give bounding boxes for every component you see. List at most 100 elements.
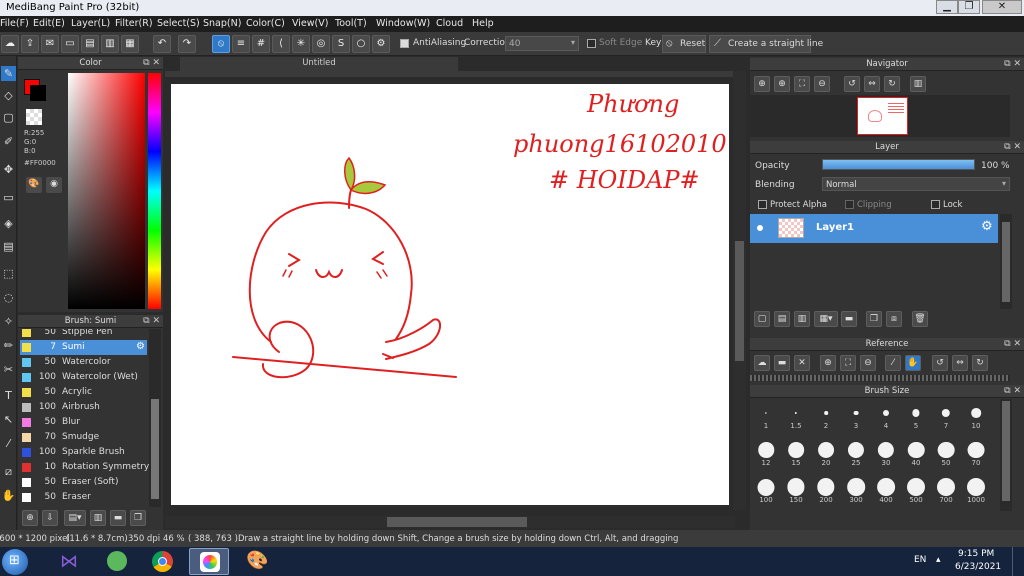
eraser-tool-icon[interactable]: ◇ — [1, 88, 16, 103]
brush-list-item[interactable]: 100 Watercolor (Wet) — [20, 370, 147, 385]
select-pen-icon[interactable]: ✏ — [1, 338, 16, 353]
pen-tool-icon[interactable]: ✐ — [1, 134, 16, 149]
coccoc-taskbar-icon[interactable] — [96, 548, 136, 575]
navigator-thumbnail[interactable] — [857, 97, 908, 135]
share-icon[interactable]: ⇪ — [21, 35, 39, 53]
close-button[interactable]: ✕ — [982, 0, 1022, 14]
menu-cloud[interactable]: Cloud — [436, 18, 463, 29]
rotate-right-icon[interactable]: ↻ — [884, 76, 900, 92]
new-layer-icon[interactable]: ▢ — [754, 311, 770, 327]
page-grid-icon[interactable]: ▦ — [121, 35, 139, 53]
minimize-button[interactable]: ▁ — [936, 0, 958, 14]
menu-window[interactable]: Window(W) — [376, 18, 430, 29]
start-button[interactable]: ⊞ — [2, 549, 28, 575]
brush-list-item[interactable]: 70 Smudge — [20, 430, 147, 445]
secondary-color-swatch[interactable] — [30, 85, 46, 101]
color-history-icon[interactable]: ◉ — [46, 177, 62, 193]
operation-tool-icon[interactable]: ↖ — [1, 412, 16, 427]
grid-snap-icon[interactable]: # — [252, 35, 270, 53]
clock-time[interactable]: 9:15 PM — [958, 549, 994, 559]
redo-icon[interactable]: ↷ — [178, 35, 196, 53]
reference-zoom-out-icon[interactable]: ⊖ — [860, 355, 876, 371]
brush-size-cell[interactable]: 5 — [901, 399, 931, 430]
reference-rotate-right-icon[interactable]: ↻ — [972, 355, 988, 371]
brush-size-scroll-thumb[interactable] — [1002, 401, 1010, 501]
radial-snap-icon[interactable]: ✳ — [292, 35, 310, 53]
parallel-snap-icon[interactable]: ≡ — [232, 35, 250, 53]
menu-layer[interactable]: Layer(L) — [71, 18, 110, 29]
eyedropper-icon[interactable]: ⁄ — [1, 436, 16, 451]
brush-size-cell[interactable]: 150 — [781, 473, 811, 504]
brush-size-cell[interactable]: 7 — [931, 399, 961, 430]
circle-snap-icon[interactable]: ○ — [352, 35, 370, 53]
snap-off-icon[interactable]: ⦸ — [212, 35, 230, 53]
magic-wand-icon[interactable]: ✧ — [1, 314, 16, 329]
brush-list-item[interactable]: 100 Airbrush — [20, 400, 147, 415]
reference-close-icon[interactable]: ✕ — [794, 355, 810, 371]
zoom-in-icon[interactable]: ⊕ — [754, 76, 770, 92]
menu-help[interactable]: Help — [472, 18, 494, 29]
language-indicator[interactable]: EN — [914, 555, 926, 565]
fill-tool-icon[interactable]: ◈ — [1, 216, 16, 231]
brush-size-cell[interactable]: 70 — [961, 436, 991, 467]
gradient-tool-icon[interactable]: ▤ — [1, 239, 16, 254]
scrollbar-thumb[interactable] — [151, 399, 159, 499]
reference-cloud-icon[interactable]: ☁ — [754, 355, 770, 371]
layer-row[interactable]: Layer1 ⚙ — [750, 214, 998, 243]
panel-float-close-icon[interactable]: ⧉ ✕ — [1004, 385, 1021, 397]
panel-float-close-icon[interactable]: ⧉ ✕ — [1004, 58, 1021, 70]
zoom-out-icon[interactable]: ⊖ — [814, 76, 830, 92]
select-eraser-icon[interactable]: ✂ — [1, 362, 16, 377]
brush-size-cell[interactable]: 1.5 — [781, 399, 811, 430]
brush-size-cell[interactable]: 15 — [781, 436, 811, 467]
snap-settings-icon[interactable]: ⚙ — [372, 35, 390, 53]
brush-list-item[interactable]: 50 Acrylic — [20, 385, 147, 400]
fit-window-icon[interactable]: ⛶ — [794, 76, 810, 92]
add-layer-menu-icon[interactable]: ▦▾ — [814, 311, 838, 327]
horizontal-scroll-thumb[interactable] — [387, 517, 527, 527]
brush-size-cell[interactable]: 500 — [901, 473, 931, 504]
clock-date[interactable]: 6/23/2021 — [955, 562, 1001, 572]
layer-settings-gear-icon[interactable]: ⚙ — [981, 219, 993, 234]
transparent-color-swatch[interactable] — [26, 109, 42, 125]
brush-list-item[interactable]: 10 Rotation Symmetry P — [20, 460, 149, 475]
page-icon[interactable]: ▤ — [81, 35, 99, 53]
add-brush-icon[interactable]: ⊕ — [22, 510, 38, 526]
brush-size-cell[interactable]: 4 — [871, 399, 901, 430]
visual-studio-taskbar-icon[interactable]: ⋈ — [50, 548, 90, 575]
menu-filter[interactable]: Filter(R) — [115, 18, 153, 29]
drawing-canvas[interactable]: Phương phuong16102010 # HOIDAP# — [171, 84, 729, 505]
zoom-in-alt-icon[interactable]: ⊕ — [774, 76, 790, 92]
reference-zoom-in-icon[interactable]: ⊕ — [820, 355, 836, 371]
correction-select[interactable]: 40 ▾ — [505, 36, 579, 51]
brush-size-cell[interactable]: 2 — [811, 399, 841, 430]
chrome-taskbar-icon[interactable] — [142, 548, 182, 575]
menu-snap[interactable]: Snap(N) — [203, 18, 241, 29]
brush-list-item[interactable]: 7 Sumi ⚙ — [20, 340, 147, 355]
saturation-value-picker[interactable] — [68, 73, 145, 309]
menu-view[interactable]: View(V) — [292, 18, 328, 29]
layer-visibility-icon[interactable] — [757, 225, 763, 231]
undo-icon[interactable]: ↶ — [153, 35, 171, 53]
opacity-slider[interactable] — [822, 159, 975, 170]
menu-edit[interactable]: Edit(E) — [33, 18, 65, 29]
palette-icon[interactable]: 🎨 — [26, 177, 42, 193]
cloud-icon[interactable]: ☁ — [1, 35, 19, 53]
delete-layer-icon[interactable]: 🗑 — [912, 311, 928, 327]
soft-edge-checkbox[interactable] — [587, 39, 596, 48]
speech-icon[interactable]: ▭ — [61, 35, 79, 53]
rotate-left-icon[interactable]: ↺ — [844, 76, 860, 92]
brush-list-item[interactable]: 50 Eraser (Soft) — [20, 475, 147, 490]
antialiasing-checkbox[interactable] — [400, 39, 409, 48]
text-tool-icon[interactable]: T — [1, 388, 16, 403]
brush-settings-icon[interactable]: ▥ — [90, 510, 106, 526]
navigator-options-icon[interactable]: ▥ — [910, 76, 926, 92]
menu-color[interactable]: Color(C) — [246, 18, 285, 29]
hue-slider[interactable] — [148, 73, 161, 309]
divide-tool-icon[interactable]: ⧄ — [1, 464, 16, 479]
brush-settings-gear-icon[interactable]: ⚙ — [136, 341, 145, 352]
menu-file[interactable]: File(F) — [0, 18, 29, 29]
move-tool-icon[interactable]: ✥ — [1, 162, 16, 177]
layer-folder-icon[interactable]: ▬ — [841, 311, 857, 327]
vertical-scrollbar[interactable] — [733, 71, 746, 510]
